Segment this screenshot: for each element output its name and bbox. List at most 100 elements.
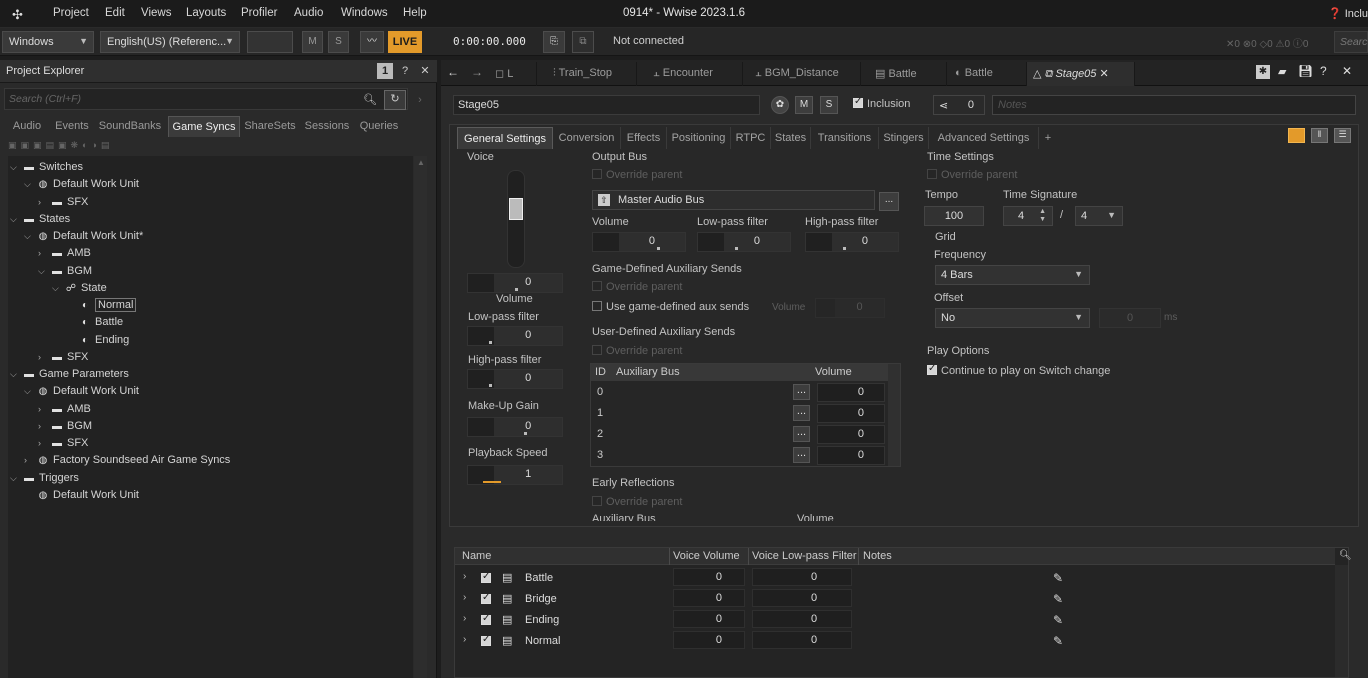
aux-bus-browse-button[interactable]: ...	[793, 447, 810, 463]
log-counters[interactable]: ✕0 ⊗0 ◇0 ⚠0 ⓘ0	[1226, 35, 1308, 50]
tree-item[interactable]: ◐ Battle	[66, 314, 123, 331]
doc-tab-battle[interactable]: ▤ Battle	[869, 62, 947, 86]
aux-bus-browse-button[interactable]: ...	[793, 405, 810, 421]
chevron-right-icon[interactable]: ›	[38, 349, 50, 366]
language-combo[interactable]: English(US) (Referenc... ▼	[100, 31, 240, 53]
state-list-row[interactable]: › ▤ Battle 00 ✎	[455, 568, 1335, 589]
global-search-input[interactable]: Searc	[1334, 31, 1368, 53]
aux-bus-browse-button[interactable]: ...	[793, 426, 810, 442]
chevron-down-icon[interactable]: ⌵	[24, 176, 36, 193]
user-aux-override[interactable]: Override parent	[592, 345, 682, 357]
pencil-icon[interactable]: ✎	[1053, 634, 1063, 648]
profiler-graph-icon[interactable]: 〰	[360, 31, 384, 53]
menu-edit[interactable]: Edit	[105, 7, 125, 19]
game-aux-override[interactable]: Override parent	[592, 281, 682, 293]
doc-tab-bgm-distance[interactable]: ⫠ BGM_Distance	[749, 62, 861, 86]
tree-item[interactable]: ◐ Ending	[66, 332, 129, 349]
include-menu[interactable]: ❓ Inclu	[1328, 7, 1368, 20]
voice-lowpass-slider[interactable]: 0	[752, 568, 852, 586]
scroll-up-icon[interactable]: ▲	[417, 158, 425, 167]
close-tab-icon[interactable]: ✕	[1099, 68, 1108, 80]
doc-tab-battle-state[interactable]: ◐ Battle	[949, 62, 1027, 86]
inclusion-checkbox[interactable]: Inclusion	[853, 96, 910, 110]
tab-stingers[interactable]: Stingers	[879, 127, 929, 149]
tree-item[interactable]: › ▬ SFX	[38, 435, 88, 452]
chevron-down-icon[interactable]: ⌵	[52, 280, 64, 297]
tab-queries[interactable]: Queries	[356, 116, 402, 137]
chevron-down-icon[interactable]: ⌵	[10, 470, 22, 487]
layout-single-icon[interactable]	[1288, 128, 1305, 143]
menu-profiler[interactable]: Profiler	[241, 7, 277, 19]
voice-lowpass-slider[interactable]: 0	[752, 631, 852, 649]
col-voice-lowpass[interactable]: Voice Low-pass Filter	[752, 550, 857, 562]
menu-project[interactable]: Project	[53, 7, 89, 19]
tab-states[interactable]: States	[771, 127, 811, 149]
tree-item[interactable]: ⌵ ▬ BGM	[38, 263, 92, 280]
pencil-icon[interactable]: ✎	[1053, 613, 1063, 627]
tab-soundbanks[interactable]: SoundBanks	[96, 116, 164, 137]
tab-positioning[interactable]: Positioning	[667, 127, 731, 149]
live-button[interactable]: LIVE	[388, 31, 422, 53]
chevron-down-icon[interactable]: ⌵	[10, 159, 22, 176]
pencil-icon[interactable]: ✎	[1053, 592, 1063, 606]
tree-item[interactable]: ⌵ ▬ Game Parameters	[10, 366, 129, 383]
chevron-right-icon[interactable]: ›	[38, 194, 50, 211]
tree-item[interactable]: › ▬ AMB	[38, 401, 91, 418]
col-divider[interactable]	[669, 548, 670, 565]
voice-volume-slider[interactable]: 0	[673, 631, 745, 649]
pencil-icon[interactable]: ✎	[1053, 571, 1063, 585]
voice-volume-fader[interactable]	[507, 170, 525, 268]
menu-audio[interactable]: Audio	[294, 7, 323, 19]
output-bus-browse-button[interactable]: ...	[879, 192, 899, 211]
continue-play-checkbox[interactable]: Continue to play on Switch change	[927, 363, 1110, 377]
doc-tab-train-stop[interactable]: ⫶ Train_Stop	[547, 62, 637, 86]
playback-speed-slider[interactable]: 1	[467, 465, 563, 485]
col-divider[interactable]	[858, 548, 859, 565]
save-icon[interactable]: 💾︎	[1298, 64, 1313, 78]
col-id[interactable]: ID	[595, 366, 606, 378]
aux-volume-slider[interactable]: 0	[817, 425, 885, 444]
makeup-gain-slider[interactable]: 0	[467, 417, 563, 437]
chevron-down-icon[interactable]: ⌵	[10, 366, 22, 383]
wwise-logo-icon[interactable]: ✣	[12, 7, 28, 22]
doc-tab-0[interactable]: ◻ L	[489, 62, 537, 86]
frequency-combo[interactable]: 4 Bars ▼	[935, 265, 1090, 285]
tab-events[interactable]: Events	[51, 116, 93, 137]
back-arrow-icon[interactable]: ←	[447, 65, 459, 79]
tab-add[interactable]: +	[1039, 127, 1057, 149]
mute-button[interactable]: M	[302, 31, 323, 53]
menu-layouts[interactable]: Layouts	[186, 7, 226, 19]
solo-button[interactable]: S	[328, 31, 349, 53]
tree-item[interactable]: ⌵ ◍ Default Work Unit	[24, 176, 139, 193]
tree-item[interactable]: ⌵ ◍ Default Work Unit	[24, 383, 139, 400]
tempo-input[interactable]: 100	[924, 206, 984, 226]
tab-transitions[interactable]: Transitions	[811, 127, 879, 149]
layout-combo[interactable]: Windows ▼	[2, 31, 94, 53]
voice-lowpass-slider[interactable]: 0	[752, 610, 852, 628]
state-list-row[interactable]: › ▤ Ending 00 ✎	[455, 610, 1335, 631]
pin-icon[interactable]: 1	[377, 63, 393, 79]
object-solo-button[interactable]: S	[820, 96, 838, 114]
fader-knob[interactable]	[509, 198, 523, 220]
close-icon[interactable]: ✕	[417, 63, 433, 79]
refresh-icon[interactable]: ↻	[384, 90, 406, 110]
tree-item[interactable]: ◍ Default Work Unit	[24, 487, 139, 504]
object-mute-button[interactable]: M	[795, 96, 813, 114]
chevron-right-icon[interactable]: ›	[38, 435, 50, 452]
object-name-field[interactable]: Stage05	[453, 95, 760, 115]
search-icon[interactable]: 🔍︎	[362, 92, 378, 108]
output-bus-field[interactable]: ⇧ Master Audio Bus	[592, 190, 875, 210]
chevron-down-icon[interactable]: ⌵	[10, 211, 22, 228]
aux-grid-scrollbar[interactable]	[888, 364, 900, 466]
chevron-right-icon[interactable]: ›	[463, 571, 466, 582]
tree-item[interactable]: ⌵ ▬ Switches	[10, 159, 83, 176]
early-reflections-override[interactable]: Override parent	[592, 496, 682, 508]
voice-volume-slider[interactable]: 0	[673, 610, 745, 628]
explorer-search-input[interactable]: Search (Ctrl+F)	[4, 88, 408, 110]
forward-arrow-icon[interactable]: →	[471, 65, 483, 79]
col-voice-volume[interactable]: Voice Volume	[673, 550, 740, 562]
chevron-down-icon[interactable]: ⌵	[24, 228, 36, 245]
voice-lowpass-slider[interactable]: 0	[467, 326, 563, 346]
explorer-mini-toolbar[interactable]: ▣▣▣▤▣❋◐◑▤	[8, 140, 168, 153]
checkbox-icon[interactable]	[481, 634, 491, 646]
